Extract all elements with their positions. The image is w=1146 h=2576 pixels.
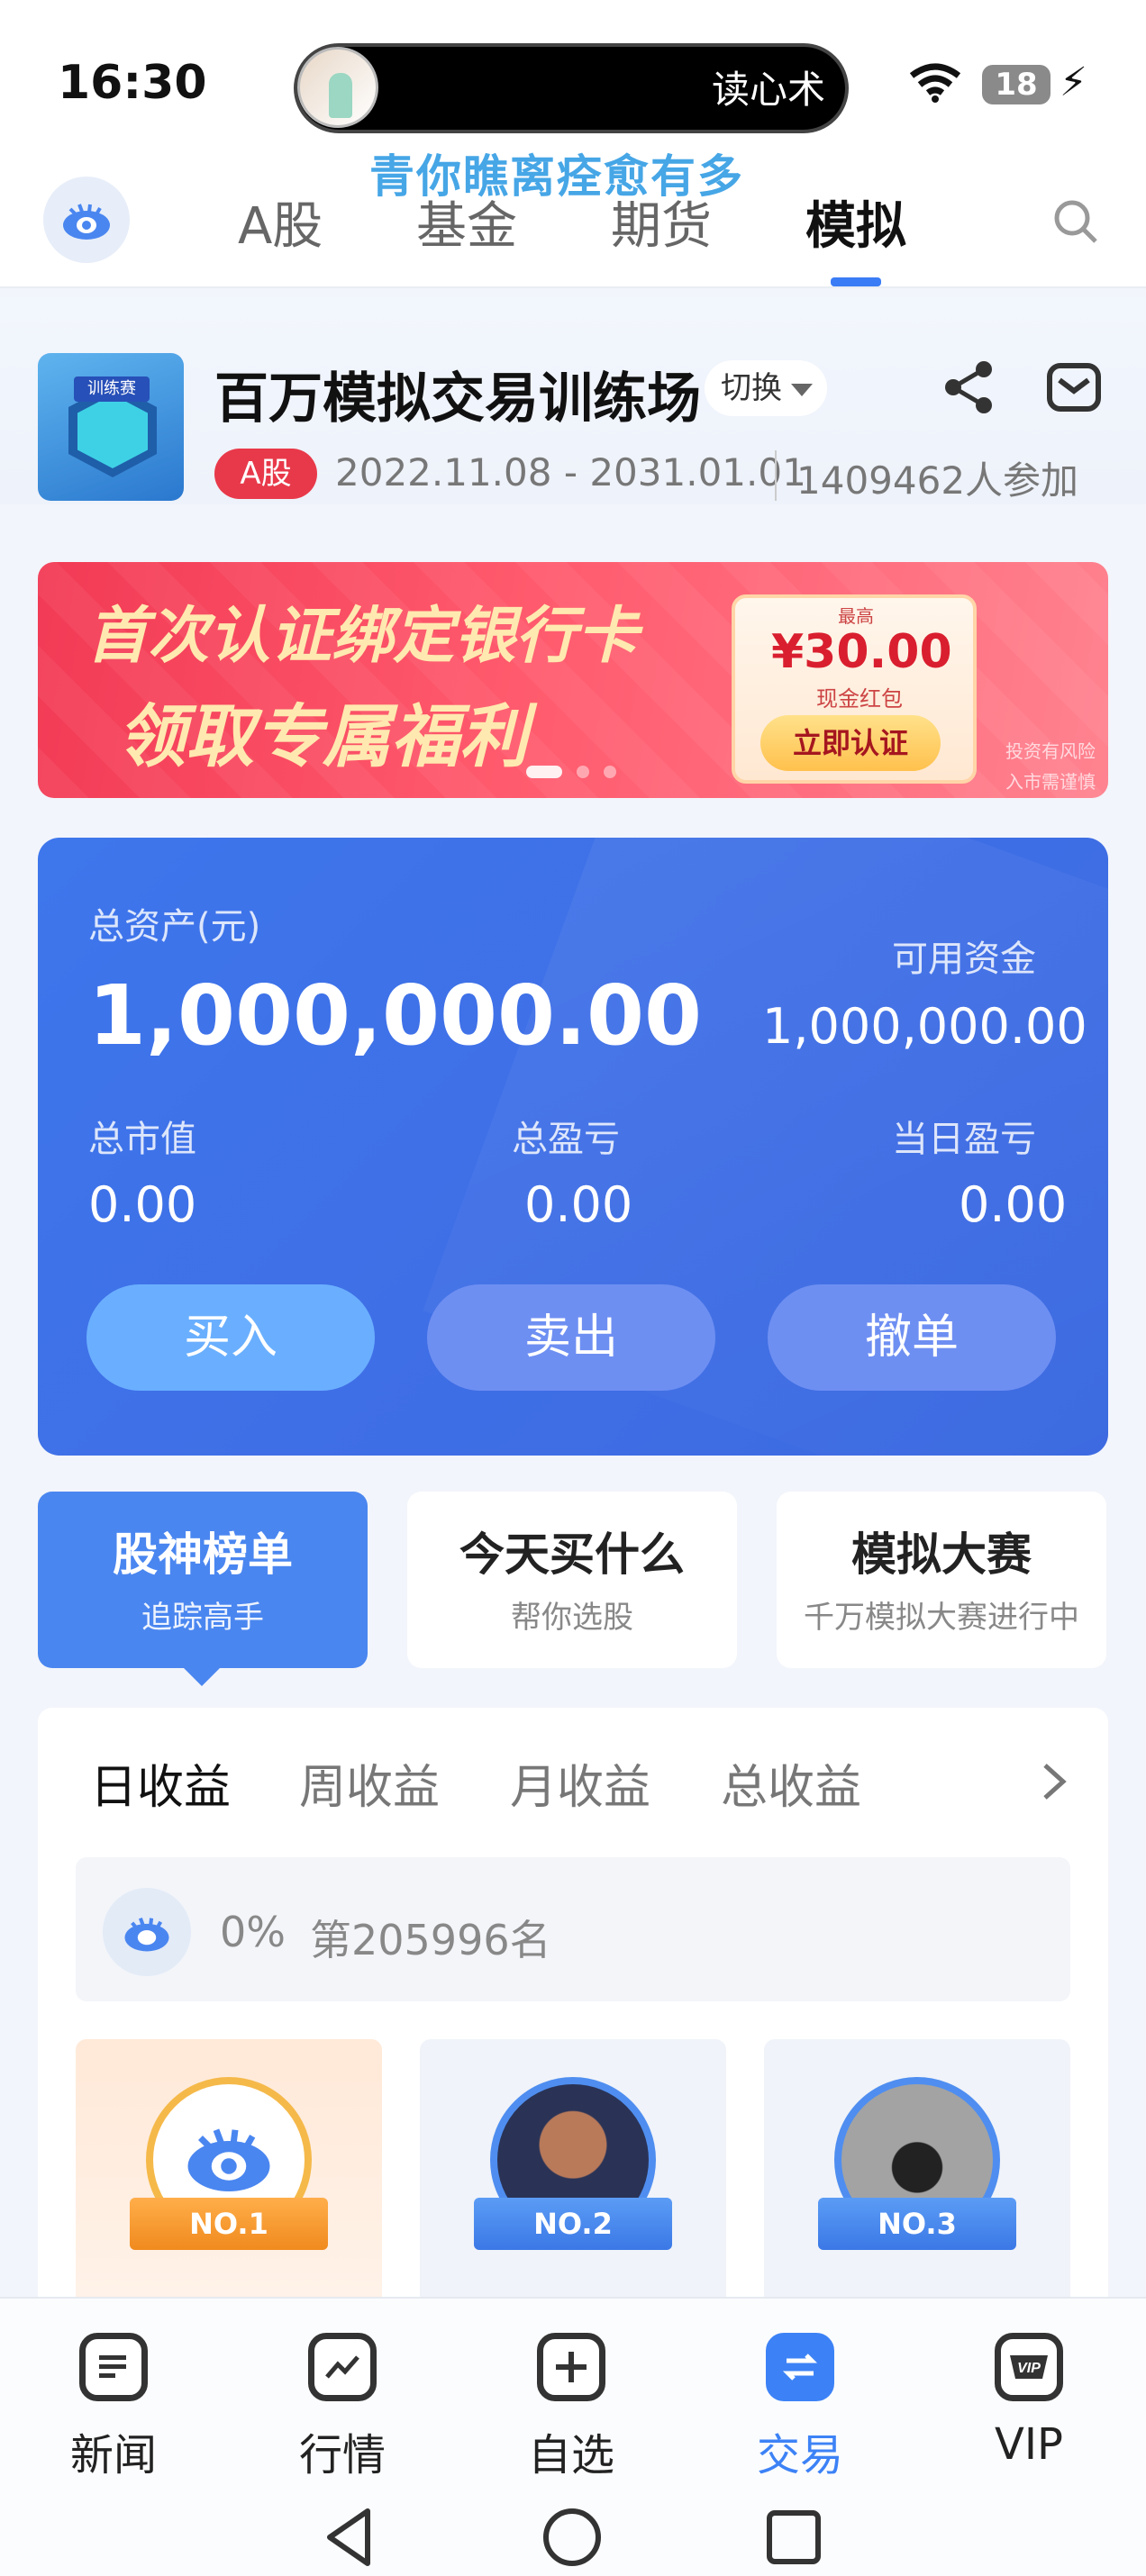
day-pnl-label: 当日盈亏 (892, 1119, 1036, 1160)
total-assets-value: 1,000,000.00 (88, 967, 702, 1064)
my-avatar (103, 1888, 191, 1976)
risk-warning-line1: 投资有风险 (1005, 740, 1096, 762)
sell-button[interactable]: 卖出 (427, 1284, 715, 1391)
island-album-art (297, 47, 378, 128)
quick-card-leaderboard[interactable]: 股神榜单 追踪高手 (38, 1492, 368, 1668)
coupon-amount: ¥30.00 (771, 625, 952, 679)
quick-card-title: 模拟大赛 (851, 1528, 1032, 1581)
quick-card-subtitle: 追踪高手 (141, 1600, 264, 1636)
participants-count: 1409462人参加 (796, 458, 1079, 503)
tab-monthly-return[interactable]: 月收益 (510, 1749, 650, 1817)
nav-label: 自选 (527, 2430, 614, 2481)
switch-label: 切换 (721, 370, 782, 406)
banner-subheadline: 领取专属福利 (117, 696, 528, 776)
nav-vip[interactable]: VIP VIP (957, 2333, 1101, 2477)
nav-news[interactable]: 新闻 (41, 2333, 186, 2481)
status-time: 16:30 (58, 56, 207, 110)
share-icon[interactable] (942, 358, 996, 416)
tab-funds[interactable]: 基金 (416, 186, 517, 259)
nav-market[interactable]: 行情 (270, 2333, 414, 2481)
news-icon (79, 2333, 148, 2401)
available-funds-value: 1,000,000.00 (762, 998, 1087, 1055)
island-text: 读心术 (712, 68, 826, 112)
rank3-ribbon: NO.3 (818, 2198, 1016, 2250)
banner-pagination (526, 762, 625, 780)
battery-icon: 18 (982, 65, 1050, 104)
nav-trade[interactable]: 交易 (728, 2333, 872, 2481)
tab-total-return[interactable]: 总收益 (721, 1749, 861, 1817)
my-return-percent: 0% (220, 1908, 286, 1956)
nav-label: 交易 (756, 2430, 843, 2481)
chevron-right-icon[interactable] (1034, 1755, 1074, 1809)
quick-card-subtitle: 帮你选股 (511, 1600, 633, 1636)
buy-button[interactable]: 买入 (86, 1284, 375, 1391)
market-value: 0.00 (88, 1176, 197, 1233)
game-date-range: 2022.11.08 - 2031.01.01 (335, 450, 806, 494)
verify-now-button[interactable]: 立即认证 (760, 715, 941, 771)
divider (775, 450, 777, 501)
search-icon[interactable] (1052, 198, 1099, 245)
my-rank-number: 第205996名 (310, 1916, 551, 1964)
charging-icon: ⚡ (1060, 59, 1087, 105)
switch-game-button[interactable]: 切换 (705, 360, 827, 416)
market-value-label: 总市值 (88, 1119, 196, 1160)
available-funds-label: 可用资金 (892, 939, 1036, 980)
quick-card-competition[interactable]: 模拟大赛 千万模拟大赛进行中 (777, 1492, 1106, 1668)
tab-daily-return[interactable]: 日收益 (90, 1749, 231, 1817)
recents-icon[interactable] (762, 2506, 825, 2569)
home-icon[interactable] (541, 2506, 604, 2569)
nav-label: VIP (995, 2419, 1063, 2470)
quick-card-what-to-buy[interactable]: 今天买什么 帮你选股 (407, 1492, 737, 1668)
tab-weekly-return[interactable]: 周收益 (299, 1749, 440, 1817)
coupon-max-label: 最高 (838, 605, 874, 627)
day-pnl-value: 0.00 (959, 1176, 1068, 1233)
quick-card-subtitle: 千万模拟大赛进行中 (804, 1600, 1079, 1636)
plus-icon (537, 2333, 605, 2401)
training-game-logo: 训练赛 (38, 353, 184, 501)
tab-futures[interactable]: 期货 (611, 186, 712, 259)
risk-warning-line2: 入市需谨慎 (1005, 771, 1096, 793)
active-tab-indicator (831, 277, 881, 286)
active-card-pointer (182, 1666, 222, 1686)
game-title: 百万模拟交易训练场 (214, 367, 701, 431)
quick-card-title: 今天买什么 (459, 1528, 685, 1581)
total-pnl-value: 0.00 (524, 1176, 633, 1233)
svg-text:VIP: VIP (1017, 2361, 1041, 2376)
tab-simulation[interactable]: 模拟 (805, 186, 906, 259)
back-icon[interactable] (321, 2506, 384, 2569)
exchange-icon (766, 2333, 834, 2401)
market-badge: A股 (214, 449, 317, 499)
message-icon[interactable] (1045, 360, 1103, 414)
nav-label: 行情 (298, 2430, 386, 2481)
wifi-icon (910, 63, 960, 103)
total-pnl-label: 总盈亏 (512, 1119, 620, 1160)
game-logo-label: 训练赛 (74, 376, 150, 402)
rank1-ribbon: NO.1 (130, 2198, 328, 2250)
sina-eye-logo-icon[interactable] (43, 177, 130, 263)
nav-label: 新闻 (69, 2430, 157, 2481)
quick-card-title: 股神榜单 (113, 1528, 293, 1581)
coupon-type: 现金红包 (816, 686, 903, 712)
vip-icon: VIP (995, 2333, 1063, 2401)
banner-headline: 首次认证绑定银行卡 (86, 601, 639, 672)
cancel-order-button[interactable]: 撤单 (768, 1284, 1056, 1391)
total-assets-label: 总资产(元) (88, 906, 261, 948)
tab-a-shares[interactable]: A股 (238, 186, 323, 259)
dropdown-triangle-icon (791, 384, 813, 396)
trend-chart-icon (308, 2333, 377, 2401)
rank2-ribbon: NO.2 (474, 2198, 672, 2250)
nav-watchlist[interactable]: 自选 (499, 2333, 643, 2481)
